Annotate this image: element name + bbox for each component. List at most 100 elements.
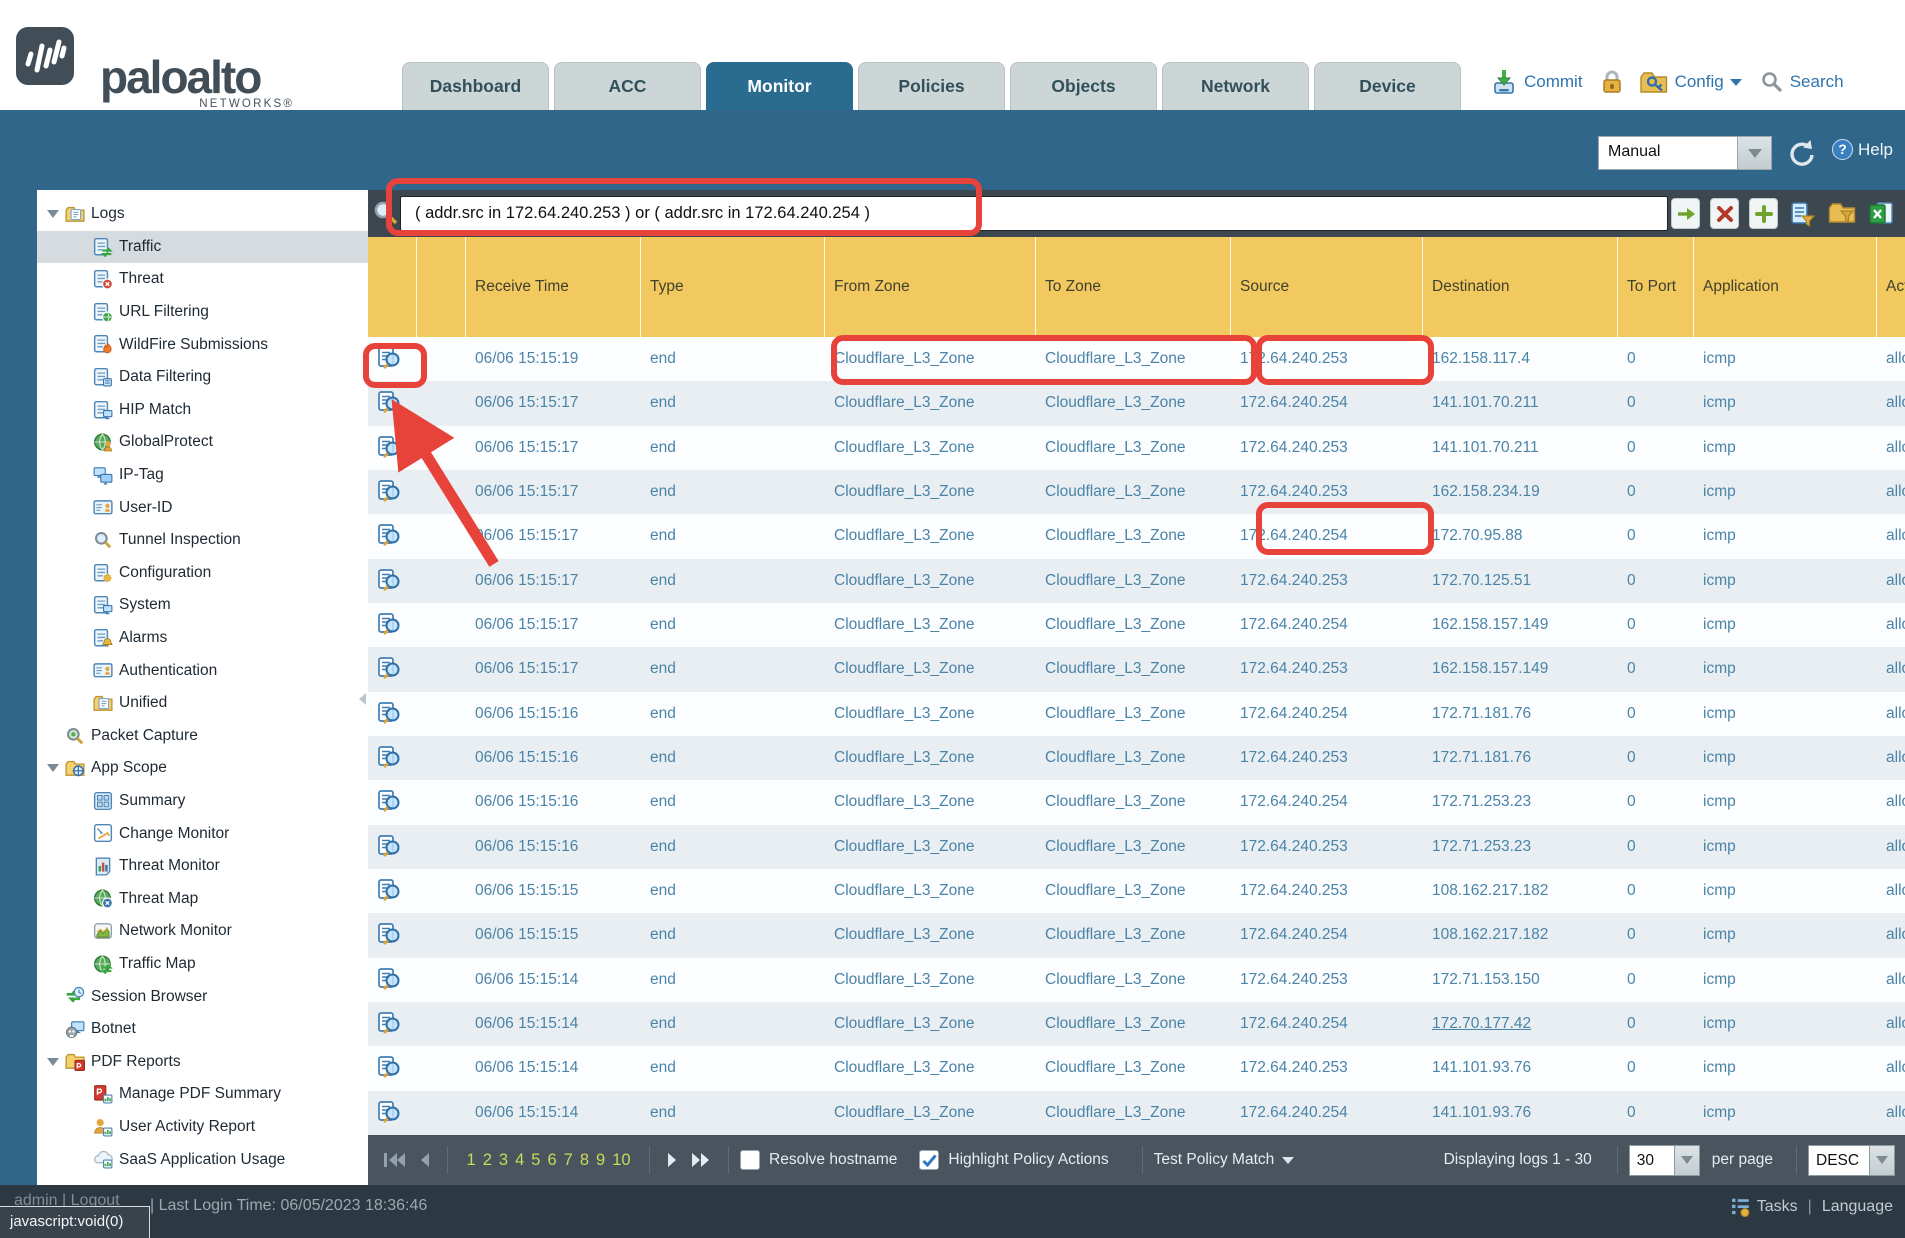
add-filter-button[interactable] bbox=[1749, 198, 1778, 229]
cell-source[interactable]: 172.64.240.254 bbox=[1231, 1091, 1423, 1135]
cell-from-zone[interactable]: Cloudflare_L3_Zone bbox=[825, 825, 1036, 869]
cell-destination[interactable]: 172.70.95.88 bbox=[1423, 514, 1618, 558]
cell-destination[interactable]: 141.101.93.76 bbox=[1423, 1091, 1618, 1135]
cell-from-zone[interactable]: Cloudflare_L3_Zone bbox=[825, 559, 1036, 603]
cell-source[interactable]: 172.64.240.254 bbox=[1231, 692, 1423, 736]
cell-destination[interactable]: 172.71.181.76 bbox=[1423, 736, 1618, 780]
page-number-8[interactable]: 8 bbox=[580, 1151, 589, 1170]
sidebar-item-unified[interactable]: Unified bbox=[37, 687, 368, 720]
page-number-5[interactable]: 5 bbox=[531, 1151, 540, 1170]
export-csv-button[interactable] bbox=[1866, 198, 1895, 229]
column-header-receive-time[interactable]: Receive Time bbox=[466, 237, 641, 337]
column-header-source[interactable]: Source bbox=[1231, 237, 1423, 337]
cell-action[interactable]: allow bbox=[1877, 825, 1905, 869]
tab-monitor[interactable]: Monitor bbox=[706, 62, 853, 110]
cell-action[interactable]: allow bbox=[1877, 470, 1905, 514]
log-detail-icon[interactable] bbox=[368, 825, 417, 869]
highlight-policy-actions-checkbox[interactable] bbox=[919, 1150, 939, 1170]
cell-destination[interactable]: 108.162.217.182 bbox=[1423, 869, 1618, 913]
sidebar-item-network-monitor[interactable]: Network Monitor bbox=[37, 915, 368, 948]
log-detail-icon[interactable] bbox=[368, 470, 417, 514]
cell-destination[interactable]: 162.158.157.149 bbox=[1423, 603, 1618, 647]
log-detail-icon[interactable] bbox=[368, 426, 417, 470]
cell-to-zone[interactable]: Cloudflare_L3_Zone bbox=[1036, 825, 1231, 869]
cell-source[interactable]: 172.64.240.253 bbox=[1231, 470, 1423, 514]
cell-from-zone[interactable]: Cloudflare_L3_Zone bbox=[825, 1091, 1036, 1135]
cell-from-zone[interactable]: Cloudflare_L3_Zone bbox=[825, 869, 1036, 913]
cell-action[interactable]: allow bbox=[1877, 869, 1905, 913]
cell-source[interactable]: 172.64.240.253 bbox=[1231, 647, 1423, 691]
first-page-button[interactable] bbox=[383, 1151, 407, 1169]
refresh-mode-dropdown-button[interactable] bbox=[1738, 136, 1772, 170]
per-page-select[interactable]: 30 bbox=[1629, 1145, 1700, 1176]
cell-from-zone[interactable]: Cloudflare_L3_Zone bbox=[825, 381, 1036, 425]
apply-filter-button[interactable] bbox=[1671, 198, 1700, 229]
log-detail-icon[interactable] bbox=[368, 780, 417, 824]
cell-source[interactable]: 172.64.240.254 bbox=[1231, 913, 1423, 957]
tab-device[interactable]: Device bbox=[1314, 62, 1461, 110]
cell-application[interactable]: icmp bbox=[1694, 913, 1877, 957]
log-detail-icon[interactable] bbox=[368, 559, 417, 603]
filter-query-input[interactable]: ( addr.src in 172.64.240.253 ) or ( addr… bbox=[400, 196, 1668, 231]
cell-destination[interactable]: 172.70.177.42 bbox=[1423, 1002, 1618, 1046]
cell-destination[interactable]: 141.101.93.76 bbox=[1423, 1046, 1618, 1090]
cell-application[interactable]: icmp bbox=[1694, 692, 1877, 736]
cell-from-zone[interactable]: Cloudflare_L3_Zone bbox=[825, 1046, 1036, 1090]
cell-to-zone[interactable]: Cloudflare_L3_Zone bbox=[1036, 1091, 1231, 1135]
tab-objects[interactable]: Objects bbox=[1010, 62, 1157, 110]
cell-destination[interactable]: 108.162.217.182 bbox=[1423, 913, 1618, 957]
log-detail-icon[interactable] bbox=[368, 603, 417, 647]
sidebar-item-alarms[interactable]: Alarms bbox=[37, 622, 368, 655]
sidebar-item-summary[interactable]: Summary bbox=[37, 785, 368, 818]
sidebar-item-threat[interactable]: Threat bbox=[37, 263, 368, 296]
cell-source[interactable]: 172.64.240.254 bbox=[1231, 514, 1423, 558]
cell-to-zone[interactable]: Cloudflare_L3_Zone bbox=[1036, 736, 1231, 780]
sidebar-item-traffic[interactable]: Traffic bbox=[37, 231, 368, 264]
cell-to-zone[interactable]: Cloudflare_L3_Zone bbox=[1036, 869, 1231, 913]
cell-action[interactable]: allow bbox=[1877, 736, 1905, 780]
log-detail-icon[interactable] bbox=[368, 647, 417, 691]
cell-action[interactable]: allow bbox=[1877, 1002, 1905, 1046]
cell-from-zone[interactable]: Cloudflare_L3_Zone bbox=[825, 514, 1036, 558]
column-header-type[interactable]: Type bbox=[641, 237, 825, 337]
cell-from-zone[interactable]: Cloudflare_L3_Zone bbox=[825, 692, 1036, 736]
log-detail-icon[interactable] bbox=[368, 736, 417, 780]
cell-application[interactable]: icmp bbox=[1694, 647, 1877, 691]
cell-destination[interactable]: 141.101.70.211 bbox=[1423, 381, 1618, 425]
cell-from-zone[interactable]: Cloudflare_L3_Zone bbox=[825, 426, 1036, 470]
resolve-hostname-checkbox[interactable] bbox=[740, 1150, 760, 1170]
sidebar-item-user-id[interactable]: User-ID bbox=[37, 491, 368, 524]
cell-source[interactable]: 172.64.240.253 bbox=[1231, 337, 1423, 381]
prev-page-button[interactable] bbox=[417, 1151, 431, 1169]
clear-filter-button[interactable] bbox=[1710, 198, 1739, 229]
cell-source[interactable]: 172.64.240.253 bbox=[1231, 559, 1423, 603]
cell-destination[interactable]: 162.158.234.19 bbox=[1423, 470, 1618, 514]
sidebar-item-logs[interactable]: Logs bbox=[37, 198, 368, 231]
cell-to-zone[interactable]: Cloudflare_L3_Zone bbox=[1036, 381, 1231, 425]
sort-order-select[interactable]: DESC bbox=[1808, 1145, 1895, 1176]
test-policy-match-dropdown[interactable]: Test Policy Match bbox=[1154, 1151, 1295, 1169]
cell-application[interactable]: icmp bbox=[1694, 1002, 1877, 1046]
cell-source[interactable]: 172.64.240.253 bbox=[1231, 958, 1423, 1002]
sidebar-item-wildfire-submissions[interactable]: WildFire Submissions bbox=[37, 328, 368, 361]
cell-destination[interactable]: 172.71.253.23 bbox=[1423, 780, 1618, 824]
cell-application[interactable]: icmp bbox=[1694, 780, 1877, 824]
cell-action[interactable]: allow bbox=[1877, 603, 1905, 647]
tab-dashboard[interactable]: Dashboard bbox=[402, 62, 549, 110]
cell-to-zone[interactable]: Cloudflare_L3_Zone bbox=[1036, 337, 1231, 381]
column-header-from-zone[interactable]: From Zone bbox=[825, 237, 1036, 337]
cell-source[interactable]: 172.64.240.253 bbox=[1231, 1046, 1423, 1090]
page-number-7[interactable]: 7 bbox=[564, 1151, 573, 1170]
sidebar-item-configuration[interactable]: Configuration bbox=[37, 557, 368, 590]
cell-source[interactable]: 172.64.240.254 bbox=[1231, 780, 1423, 824]
expand-triangle-icon[interactable] bbox=[47, 210, 59, 218]
tab-acc[interactable]: ACC bbox=[554, 62, 701, 110]
cell-application[interactable]: icmp bbox=[1694, 603, 1877, 647]
cell-application[interactable]: icmp bbox=[1694, 1046, 1877, 1090]
cell-action[interactable]: allow bbox=[1877, 1046, 1905, 1090]
sidebar-item-url-filtering[interactable]: URL Filtering bbox=[37, 296, 368, 329]
cell-application[interactable]: icmp bbox=[1694, 559, 1877, 603]
cell-action[interactable]: allow bbox=[1877, 426, 1905, 470]
column-header-action[interactable]: Action bbox=[1877, 237, 1905, 337]
page-number-6[interactable]: 6 bbox=[547, 1151, 556, 1170]
